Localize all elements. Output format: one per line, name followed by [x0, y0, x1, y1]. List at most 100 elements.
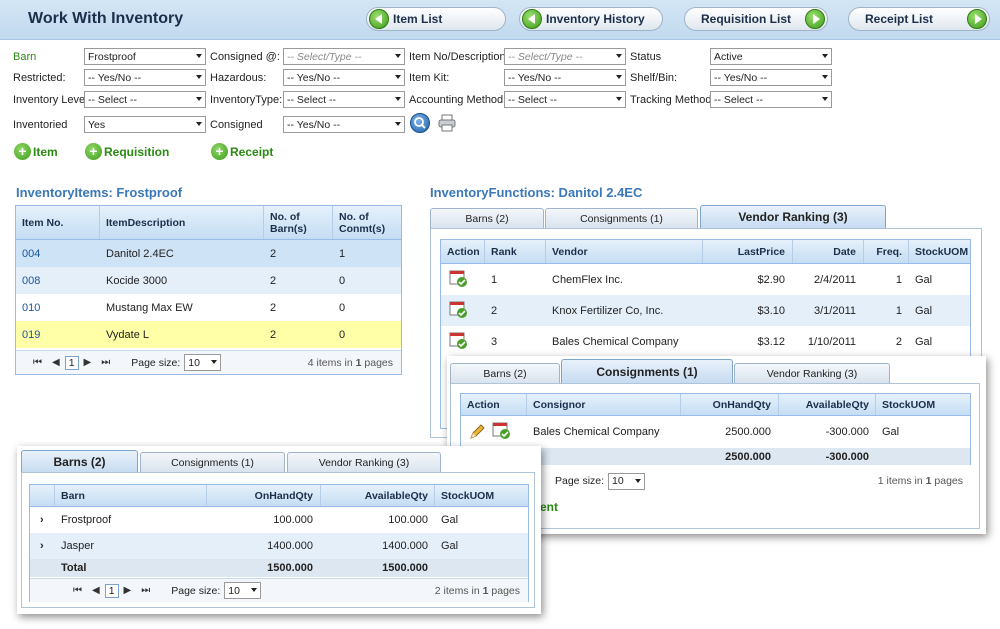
item-no-cell[interactable]: 019 — [16, 321, 98, 348]
col-rank[interactable]: Rank — [485, 240, 544, 264]
last-page-icon[interactable]: ⏭ — [101, 357, 110, 368]
item-no-select[interactable]: -- Select/Type -- — [504, 48, 626, 65]
col-stock-uom[interactable]: StockUOM — [435, 485, 529, 507]
inventory-type-select[interactable]: -- Select -- — [283, 91, 405, 108]
add-receipt-button[interactable]: + Receipt — [211, 143, 273, 160]
prev-page-icon[interactable]: ◀ — [92, 585, 100, 596]
hazardous-select[interactable]: -- Yes/No -- — [283, 69, 405, 86]
col-consignor[interactable]: Consignor — [527, 394, 680, 416]
col-item-no[interactable]: Item No. — [16, 206, 98, 240]
tab-vendor-ranking[interactable]: Vendor Ranking (3) — [700, 205, 886, 228]
col-onhand-qty[interactable]: OnHandQty — [681, 394, 777, 416]
prev-page-icon[interactable]: ◀ — [52, 357, 60, 368]
table-row[interactable]: 010 Mustang Max EW 2 0 — [16, 294, 401, 321]
vendor-cell: ChemFlex Inc. — [552, 273, 623, 286]
table-row[interactable]: 008 Kocide 3000 2 0 — [16, 267, 401, 294]
col-stock-uom[interactable]: StockUOM — [909, 240, 971, 264]
col-last-price[interactable]: LastPrice — [703, 240, 791, 264]
chevron-down-icon — [251, 588, 258, 592]
tab-consignments[interactable]: Consignments (1) — [561, 359, 733, 383]
col-date[interactable]: Date — [793, 240, 862, 264]
select-consignment-icon[interactable] — [492, 422, 512, 440]
tab-barns[interactable]: Barns (2) — [430, 208, 544, 228]
restricted-value: -- Yes/No -- — [88, 71, 142, 84]
tab-vendor-ranking[interactable]: Vendor Ranking (3) — [287, 452, 441, 472]
inventory-level-label: Inventory Level: — [13, 94, 91, 106]
accounting-method-select[interactable]: -- Select -- — [504, 91, 626, 108]
current-page[interactable]: 1 — [104, 583, 119, 598]
first-page-icon[interactable]: ⏮ — [33, 357, 42, 368]
search-icon[interactable] — [410, 113, 430, 133]
consigned-at-placeholder: -- Select/Type -- — [287, 50, 362, 63]
first-page-icon[interactable]: ⏮ — [73, 585, 82, 596]
next-page-icon[interactable]: ▶ — [124, 585, 132, 596]
table-row[interactable]: 2 Knox Fertilizer Co, Inc. $3.10 3/1/201… — [441, 295, 970, 326]
tracking-method-select[interactable]: -- Select -- — [710, 91, 832, 108]
status-select[interactable]: Active — [710, 48, 832, 65]
conmts-cell: 1 — [339, 247, 346, 260]
last-page-icon[interactable]: ⏭ — [141, 585, 150, 596]
next-page-icon[interactable]: ▶ — [84, 357, 92, 368]
add-item-button[interactable]: + Item — [14, 143, 58, 160]
col-available-qty[interactable]: AvailableQty — [779, 394, 875, 416]
print-icon[interactable] — [437, 114, 457, 132]
expand-icon[interactable]: › — [34, 507, 54, 533]
partial-action-label[interactable]: ent — [540, 500, 558, 514]
tab-consignments[interactable]: Consignments (1) — [545, 208, 698, 228]
restricted-select[interactable]: -- Yes/No -- — [84, 69, 206, 86]
consigned-at-select[interactable]: -- Select/Type -- — [283, 48, 405, 65]
page-size-select[interactable]: 10 — [184, 354, 222, 371]
col-vendor[interactable]: Vendor — [546, 240, 702, 264]
add-requisition-button[interactable]: + Requisition — [85, 143, 169, 160]
select-vendor-icon[interactable] — [449, 332, 469, 350]
item-kit-select[interactable]: -- Yes/No -- — [504, 69, 626, 86]
inventoried-label: Inventoried — [13, 119, 68, 131]
item-list-button[interactable]: Item List — [366, 7, 506, 31]
onhand-cell: 2500.000 — [725, 426, 771, 438]
inventory-pager: ⏮ ◀ 1 ▶ ⏭ Page size: 10 4 items in 1 pag… — [16, 350, 401, 374]
total-available: -300.000 — [825, 450, 869, 463]
table-row[interactable]: 1 ChemFlex Inc. $2.90 2/4/2011 1 Gal — [441, 264, 970, 295]
col-onhand-qty[interactable]: OnHandQty — [207, 485, 319, 507]
select-vendor-icon[interactable] — [449, 270, 469, 288]
page-title: Work With Inventory — [28, 10, 184, 27]
grid-header: Item No. ItemDescription No. of Barn(s) … — [16, 206, 401, 240]
table-row[interactable]: Bales Chemical Company 2500.000 -300.000… — [461, 416, 970, 448]
col-barn[interactable]: Barn — [55, 485, 206, 507]
item-no-cell[interactable]: 008 — [16, 267, 98, 294]
barns-grid: Barn OnHandQty AvailableQty StockUOM › F… — [29, 484, 529, 602]
item-no-cell[interactable]: 010 — [16, 294, 98, 321]
inventoried-select[interactable]: Yes — [84, 116, 206, 133]
requisition-list-button[interactable]: Requisition List — [684, 7, 828, 31]
item-no-cell[interactable]: 004 — [16, 240, 98, 267]
tab-barns[interactable]: Barns (2) — [21, 450, 138, 473]
page-size-select[interactable]: 10 — [608, 472, 646, 490]
table-row[interactable]: 004 Danitol 2.4EC 2 1 — [16, 240, 401, 267]
table-row[interactable]: › Frostproof 100.000 100.000 Gal — [30, 507, 528, 533]
tab-consignments[interactable]: Consignments (1) — [140, 452, 285, 472]
add-requisition-label: Requisition — [104, 144, 170, 159]
col-item-description[interactable]: ItemDescription — [100, 206, 263, 240]
tab-barns[interactable]: Barns (2) — [450, 363, 560, 383]
table-row[interactable]: 019 Vydate L 2 0 — [16, 321, 401, 348]
col-no-of-barns[interactable]: No. of Barn(s) — [264, 206, 332, 240]
barn-select[interactable]: Frostproof — [84, 48, 206, 65]
col-no-of-conmts[interactable]: No. of Conmt(s) — [333, 206, 401, 240]
col-stock-uom[interactable]: StockUOM — [876, 394, 971, 416]
consigned-select[interactable]: -- Yes/No -- — [283, 116, 405, 133]
select-vendor-icon[interactable] — [449, 301, 469, 319]
inventory-history-button[interactable]: Inventory History — [519, 7, 663, 31]
date-cell: 1/10/2011 — [807, 335, 856, 348]
table-row[interactable]: 3 Bales Chemical Company $3.12 1/10/2011… — [441, 326, 970, 357]
col-freq[interactable]: Freq. — [864, 240, 908, 264]
expand-icon[interactable]: › — [34, 533, 54, 559]
receipt-list-button[interactable]: Receipt List — [848, 7, 990, 31]
current-page[interactable]: 1 — [64, 355, 79, 370]
page-size-select[interactable]: 10 — [224, 582, 262, 599]
inventory-level-select[interactable]: -- Select -- — [84, 91, 206, 108]
tab-vendor-ranking[interactable]: Vendor Ranking (3) — [734, 363, 890, 383]
table-row[interactable]: › Jasper 1400.000 1400.000 Gal — [30, 533, 528, 559]
col-available-qty[interactable]: AvailableQty — [321, 485, 434, 507]
shelf-bin-select[interactable]: -- Yes/No -- — [710, 69, 832, 86]
edit-icon[interactable] — [468, 423, 488, 441]
